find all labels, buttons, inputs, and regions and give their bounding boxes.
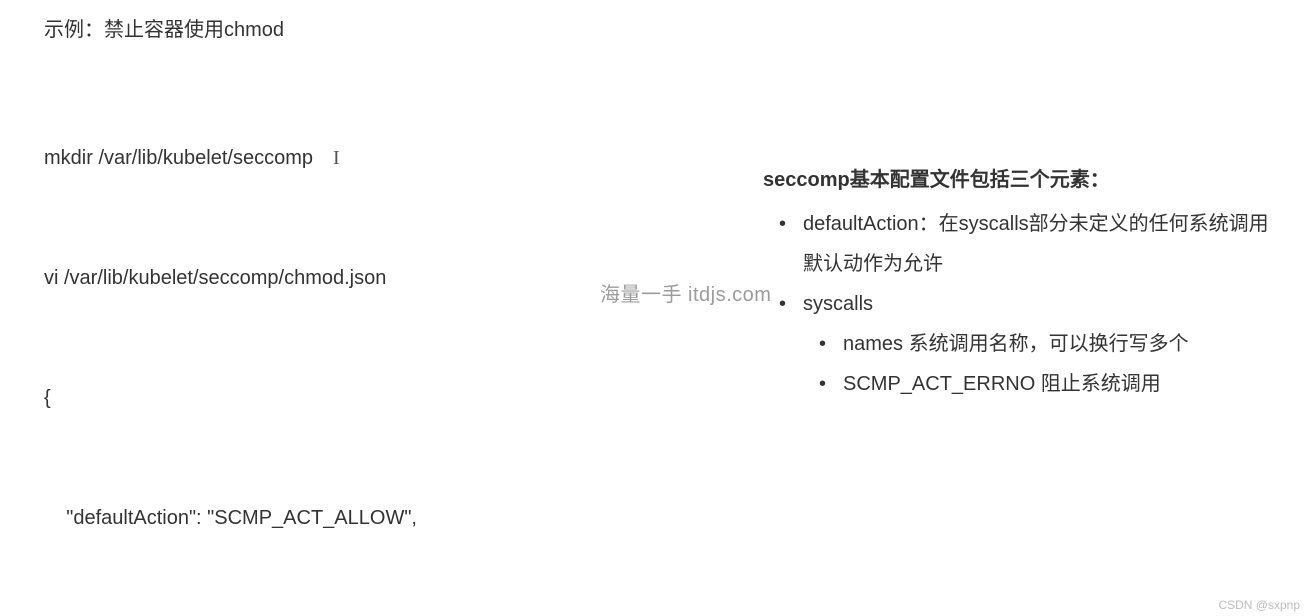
cmd-mkdir: mkdir /var/lib/kubelet/seccomp (44, 147, 313, 169)
json-line: { (44, 378, 704, 418)
text-cursor-icon: I (333, 138, 340, 178)
explanation-sublist: names 系统调用名称，可以换行写多个 SCMP_ACT_ERRNO 阻止系统… (803, 324, 1283, 404)
code-line-vi: vi /var/lib/kubelet/seccomp/chmod.json (44, 258, 704, 298)
example-title: 示例：禁止容器使用chmod (44, 10, 704, 50)
code-line-mkdir: mkdir /var/lib/kubelet/seccomp I (44, 138, 704, 178)
list-item: defaultAction：在syscalls部分未定义的任何系统调用默认动作为… (763, 204, 1283, 284)
attribution-text: CSDN @sxpnp (1218, 598, 1300, 612)
code-block: mkdir /var/lib/kubelet/seccomp I vi /var/… (44, 58, 704, 616)
explanation-right-column: seccomp基本配置文件包括三个元素： defaultAction：在sysc… (763, 160, 1283, 404)
item-default-action: defaultAction：在syscalls部分未定义的任何系统调用默认动作为… (803, 213, 1269, 275)
subitem-names: names 系统调用名称，可以换行写多个 (843, 333, 1189, 355)
item-syscalls: syscalls (803, 293, 873, 315)
subitem-errno: SCMP_ACT_ERRNO 阻止系统调用 (843, 373, 1161, 395)
explanation-list: defaultAction：在syscalls部分未定义的任何系统调用默认动作为… (763, 204, 1283, 404)
example-left-column: 示例：禁止容器使用chmod mkdir /var/lib/kubelet/se… (44, 10, 704, 616)
list-item: names 系统调用名称，可以换行写多个 (803, 324, 1283, 364)
list-item: syscalls names 系统调用名称，可以换行写多个 SCMP_ACT_E… (763, 284, 1283, 404)
list-item: SCMP_ACT_ERRNO 阻止系统调用 (803, 364, 1283, 404)
json-line: "defaultAction": "SCMP_ACT_ALLOW", (44, 498, 704, 538)
explanation-heading: seccomp基本配置文件包括三个元素： (763, 160, 1283, 200)
